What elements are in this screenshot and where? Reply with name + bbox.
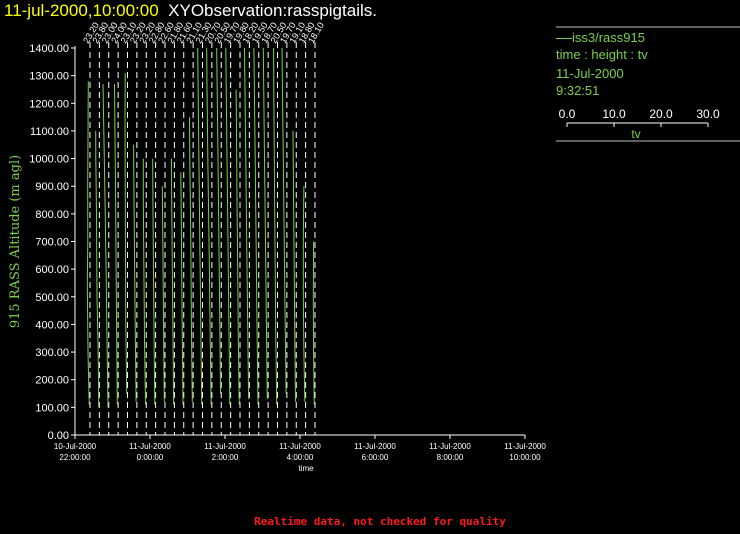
quality-warning: Realtime data, not checked for quality [254, 515, 506, 528]
series-profile [102, 83, 109, 408]
series-profile [114, 83, 118, 405]
x-tick-time: 22:00:00 [59, 453, 91, 462]
series-profile [180, 172, 184, 405]
y-tick-label: 0.00 [48, 430, 69, 442]
legend-time: 9:32:51 [556, 83, 600, 98]
series-profile [244, 47, 250, 400]
y-tick-label: 1100.00 [30, 126, 69, 138]
x-tick-date: 10-Jul-2000 [54, 442, 97, 451]
x-tick-time: 10:00:00 [509, 453, 541, 462]
y-tick-label: 900.00 [35, 181, 69, 193]
tv-scale-label: 10.0 [602, 107, 626, 121]
series-profile [312, 241, 315, 405]
series-profile [95, 130, 100, 408]
series-profile [86, 81, 90, 405]
x-tick-date: 11-Jul-2000 [429, 442, 471, 451]
y-tick-label: 200.00 [35, 375, 69, 387]
x-tick-time: 4:00:00 [287, 453, 314, 462]
series-profile [273, 47, 278, 405]
y-tick-label: 100.00 [35, 402, 69, 414]
legend-panel: iss3/rass915 time : height : tv 11-Jul-2… [556, 26, 740, 142]
legend-date: 11-Jul-2000 [556, 66, 624, 81]
series-profile [262, 47, 268, 400]
series-profile [197, 47, 203, 405]
y-tick-label: 1200.00 [29, 98, 69, 110]
tv-scale-label: 30.0 [696, 107, 720, 121]
tv-scale-title: tv [631, 127, 640, 141]
series-profile [142, 158, 146, 405]
x-tick-date: 11-Jul-2000 [504, 442, 546, 451]
x-axis-label: time [298, 464, 314, 473]
y-tick-label: 1300.00 [29, 71, 69, 83]
y-tick-label: 700.00 [35, 237, 69, 249]
legend-instrument-label: iss3/rass915 [572, 30, 645, 45]
series-profile [225, 47, 231, 405]
y-axis-label: 915 RASS Altitude (m agl) [8, 155, 23, 328]
x-tick-date: 11-Jul-2000 [204, 442, 246, 451]
y-tick-label: 400.00 [35, 319, 69, 331]
legend-instrument: iss3/rass915 [556, 30, 645, 45]
legend-axes: time : height : tv [556, 47, 648, 62]
series-profile [124, 72, 128, 394]
y-tick-label: 300.00 [35, 347, 69, 359]
series-profile [133, 144, 137, 402]
tv-scale-label: 0.0 [559, 107, 576, 121]
legend-line-swatch [556, 38, 572, 40]
x-tick-time: 8:00:00 [437, 453, 464, 462]
series-profile [161, 186, 165, 402]
series-profile [170, 158, 175, 405]
y-tick-label: 800.00 [35, 209, 69, 221]
series-profile [253, 47, 259, 405]
series-profile [302, 186, 306, 402]
tv-scale-bar: 0.0 10.0 20.0 30.0 tv [556, 107, 740, 142]
x-tick-date: 11-Jul-2000 [354, 442, 396, 451]
tv-scale-label: 20.0 [649, 107, 673, 121]
y-tick-label: 1000.00 [29, 154, 69, 166]
series-profile [281, 47, 287, 394]
series-profile [292, 130, 296, 402]
y-tick-label: 500.00 [35, 292, 69, 304]
x-tick-time: 6:00:00 [362, 453, 389, 462]
y-tick-label: 600.00 [35, 264, 69, 276]
x-tick-date: 11-Jul-2000 [129, 442, 171, 451]
series-profile [235, 89, 240, 405]
series-profile [152, 158, 156, 405]
x-tick-date: 11-Jul-2000 [279, 442, 321, 451]
x-tick-time: 2:00:00 [212, 453, 239, 462]
series-profile [189, 117, 193, 402]
series-profile [216, 47, 221, 394]
series-profile [206, 47, 212, 405]
x-tick-time: 0:00:00 [137, 453, 164, 462]
y-tick-label: 1400.00 [29, 43, 69, 55]
